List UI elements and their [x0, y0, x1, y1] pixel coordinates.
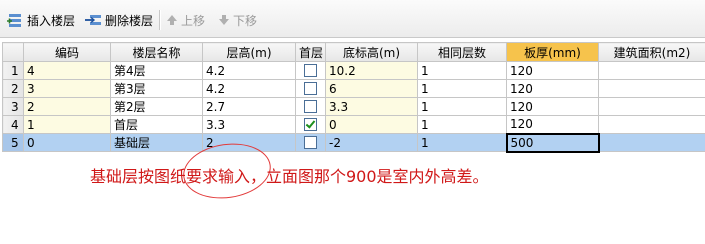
cell-first-floor[interactable]: [295, 79, 326, 98]
first-floor-checkbox[interactable]: [304, 117, 317, 131]
first-floor-checkbox[interactable]: [304, 81, 317, 95]
header-building-area[interactable]: 建筑面积(m2): [598, 42, 705, 62]
cell-same-floors[interactable]: 1: [417, 115, 507, 134]
cell-slab-thickness[interactable]: 120: [506, 97, 599, 116]
arrow-up-icon: [167, 15, 177, 25]
header-floor-name[interactable]: 楼层名称: [110, 42, 203, 62]
cell-building-area[interactable]: [598, 61, 705, 80]
first-floor-checkbox[interactable]: [304, 135, 317, 149]
row-number[interactable]: 3: [2, 97, 24, 116]
cell-floor-name[interactable]: 基础层: [110, 133, 203, 152]
cell-first-floor[interactable]: [295, 133, 326, 152]
table-row[interactable]: 1 4 第4层 4.2 10.2 1 120: [2, 61, 705, 80]
header-rownum: [2, 42, 24, 62]
cell-base-elevation[interactable]: 0: [325, 115, 418, 134]
table-row-selected[interactable]: 5 0 基础层 2 -2 1 500: [2, 132, 705, 153]
cell-building-area[interactable]: [598, 133, 705, 152]
row-number[interactable]: 2: [2, 79, 24, 98]
annotation-text: 基础层按图纸要求输入，立面图那个900是室内外高差。: [90, 167, 489, 186]
header-base-elevation[interactable]: 底标高(m): [325, 42, 418, 62]
cell-slab-thickness[interactable]: 120: [506, 61, 599, 80]
cell-code[interactable]: 4: [23, 61, 111, 80]
header-same-floors[interactable]: 相同层数: [417, 42, 507, 62]
cell-building-area[interactable]: [598, 97, 705, 116]
toolbar: 插入楼层 删除楼层 上移 下移: [0, 0, 705, 38]
row-number[interactable]: 4: [2, 115, 24, 134]
cell-code[interactable]: 0: [23, 133, 111, 152]
move-down-button[interactable]: 下移: [218, 11, 257, 29]
cell-slab-thickness[interactable]: 120: [506, 115, 599, 134]
move-down-label: 下移: [233, 13, 258, 28]
cell-slab-thickness[interactable]: 120: [506, 79, 599, 98]
cell-same-floors[interactable]: 1: [417, 61, 507, 80]
cell-first-floor[interactable]: [295, 97, 326, 116]
header-first-floor[interactable]: 首层: [295, 42, 326, 62]
arrow-down-icon: [219, 15, 229, 25]
cell-floor-name[interactable]: 第4层: [110, 61, 203, 80]
header-code[interactable]: 编码: [23, 42, 111, 62]
cell-base-elevation[interactable]: 10.2: [325, 61, 418, 80]
cell-slab-thickness-active[interactable]: 500: [505, 132, 600, 153]
table-row[interactable]: 3 2 第2层 2.7 3.3 1 120: [2, 97, 705, 116]
header-row: 编码 楼层名称 层高(m) 首层 底标高(m) 相同层数 板厚(mm) 建筑面积…: [2, 42, 705, 62]
move-up-button[interactable]: 上移: [166, 11, 205, 29]
delete-floor-button[interactable]: 删除楼层: [84, 11, 153, 29]
table-row[interactable]: 2 3 第3层 4.2 6 1 120: [2, 79, 705, 98]
table-row[interactable]: 4 1 首层 3.3 0 1 120: [2, 115, 705, 134]
delete-floor-icon: [85, 15, 101, 25]
cell-floor-name[interactable]: 第2层: [110, 97, 203, 116]
delete-floor-label: 删除楼层: [105, 13, 154, 28]
cell-first-floor[interactable]: [295, 61, 326, 80]
cell-floor-height[interactable]: 2.7: [202, 97, 296, 116]
cell-floor-height[interactable]: 4.2: [202, 61, 296, 80]
floor-table: 编码 楼层名称 层高(m) 首层 底标高(m) 相同层数 板厚(mm) 建筑面积…: [2, 42, 705, 153]
move-up-label: 上移: [181, 13, 206, 28]
cell-base-elevation[interactable]: 6: [325, 79, 418, 98]
first-floor-checkbox[interactable]: [304, 63, 317, 77]
insert-floor-label: 插入楼层: [27, 13, 76, 28]
cell-code[interactable]: 2: [23, 97, 111, 116]
header-slab-thickness[interactable]: 板厚(mm): [506, 42, 599, 62]
cell-floor-height[interactable]: 4.2: [202, 79, 296, 98]
toolbar-separator: [159, 10, 161, 30]
first-floor-checkbox[interactable]: [304, 99, 317, 113]
insert-floor-icon: [7, 14, 21, 27]
cell-first-floor[interactable]: [295, 115, 326, 134]
row-number[interactable]: 5: [2, 133, 24, 152]
cell-code[interactable]: 1: [23, 115, 111, 134]
cell-same-floors[interactable]: 1: [417, 133, 507, 152]
cell-building-area[interactable]: [598, 79, 705, 98]
cell-building-area[interactable]: [598, 115, 705, 134]
row-number[interactable]: 1: [2, 61, 24, 80]
cell-floor-name[interactable]: 第3层: [110, 79, 203, 98]
cell-same-floors[interactable]: 1: [417, 97, 507, 116]
cell-floor-name[interactable]: 首层: [110, 115, 203, 134]
cell-same-floors[interactable]: 1: [417, 79, 507, 98]
header-floor-height[interactable]: 层高(m): [202, 42, 296, 62]
cell-floor-height[interactable]: 3.3: [202, 115, 296, 134]
cell-code[interactable]: 3: [23, 79, 111, 98]
cell-base-elevation[interactable]: 3.3: [325, 97, 418, 116]
insert-floor-button[interactable]: 插入楼层: [6, 11, 75, 29]
cell-base-elevation[interactable]: -2: [325, 133, 418, 152]
